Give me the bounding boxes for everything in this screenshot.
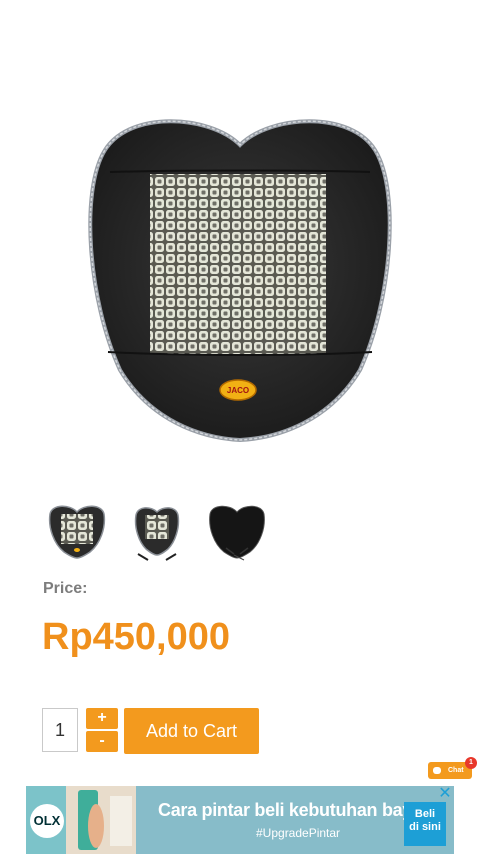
ad-subline: #UpgradePintar [256, 826, 341, 840]
ad-cta-button[interactable]: Beli di sini [404, 802, 446, 846]
chat-label: Chat [448, 767, 464, 774]
thumbnail-front[interactable] [44, 498, 110, 564]
chat-unread-badge: 1 [465, 757, 477, 769]
quantity-decrease-button[interactable]: - [86, 731, 118, 752]
chat-button[interactable]: Chat 1 [428, 757, 477, 779]
quantity-increase-button[interactable]: + [86, 708, 118, 729]
quantity-input[interactable]: 1 [42, 708, 78, 752]
product-image[interactable]: JACO [0, 0, 480, 480]
seat-cushion-illustration: JACO [88, 119, 392, 443]
add-to-cart-button[interactable]: Add to Cart [124, 708, 259, 754]
product-price: Rp450,000 [42, 616, 231, 658]
chat-bubble-icon [433, 767, 441, 774]
ad-headline: Cara pintar beli kebutuhan bayi [158, 800, 417, 820]
ad-close-icon[interactable]: ✕ [438, 786, 452, 802]
ad-cta-line2: di sini [409, 821, 441, 833]
ad-cta-line1: Beli [414, 808, 436, 820]
brand-logo: JACO [227, 386, 249, 395]
ad-banner[interactable]: OLX Cara pintar beli kebutuhan bayi #Upg… [26, 786, 454, 854]
olx-logo: OLX [30, 804, 64, 838]
price-label: Price: [43, 580, 88, 597]
thumbnail-strip [44, 498, 270, 564]
thumbnail-back[interactable] [204, 498, 270, 564]
thumbnail-straps[interactable] [124, 498, 190, 564]
olx-logo-text: OLX [33, 813, 61, 828]
